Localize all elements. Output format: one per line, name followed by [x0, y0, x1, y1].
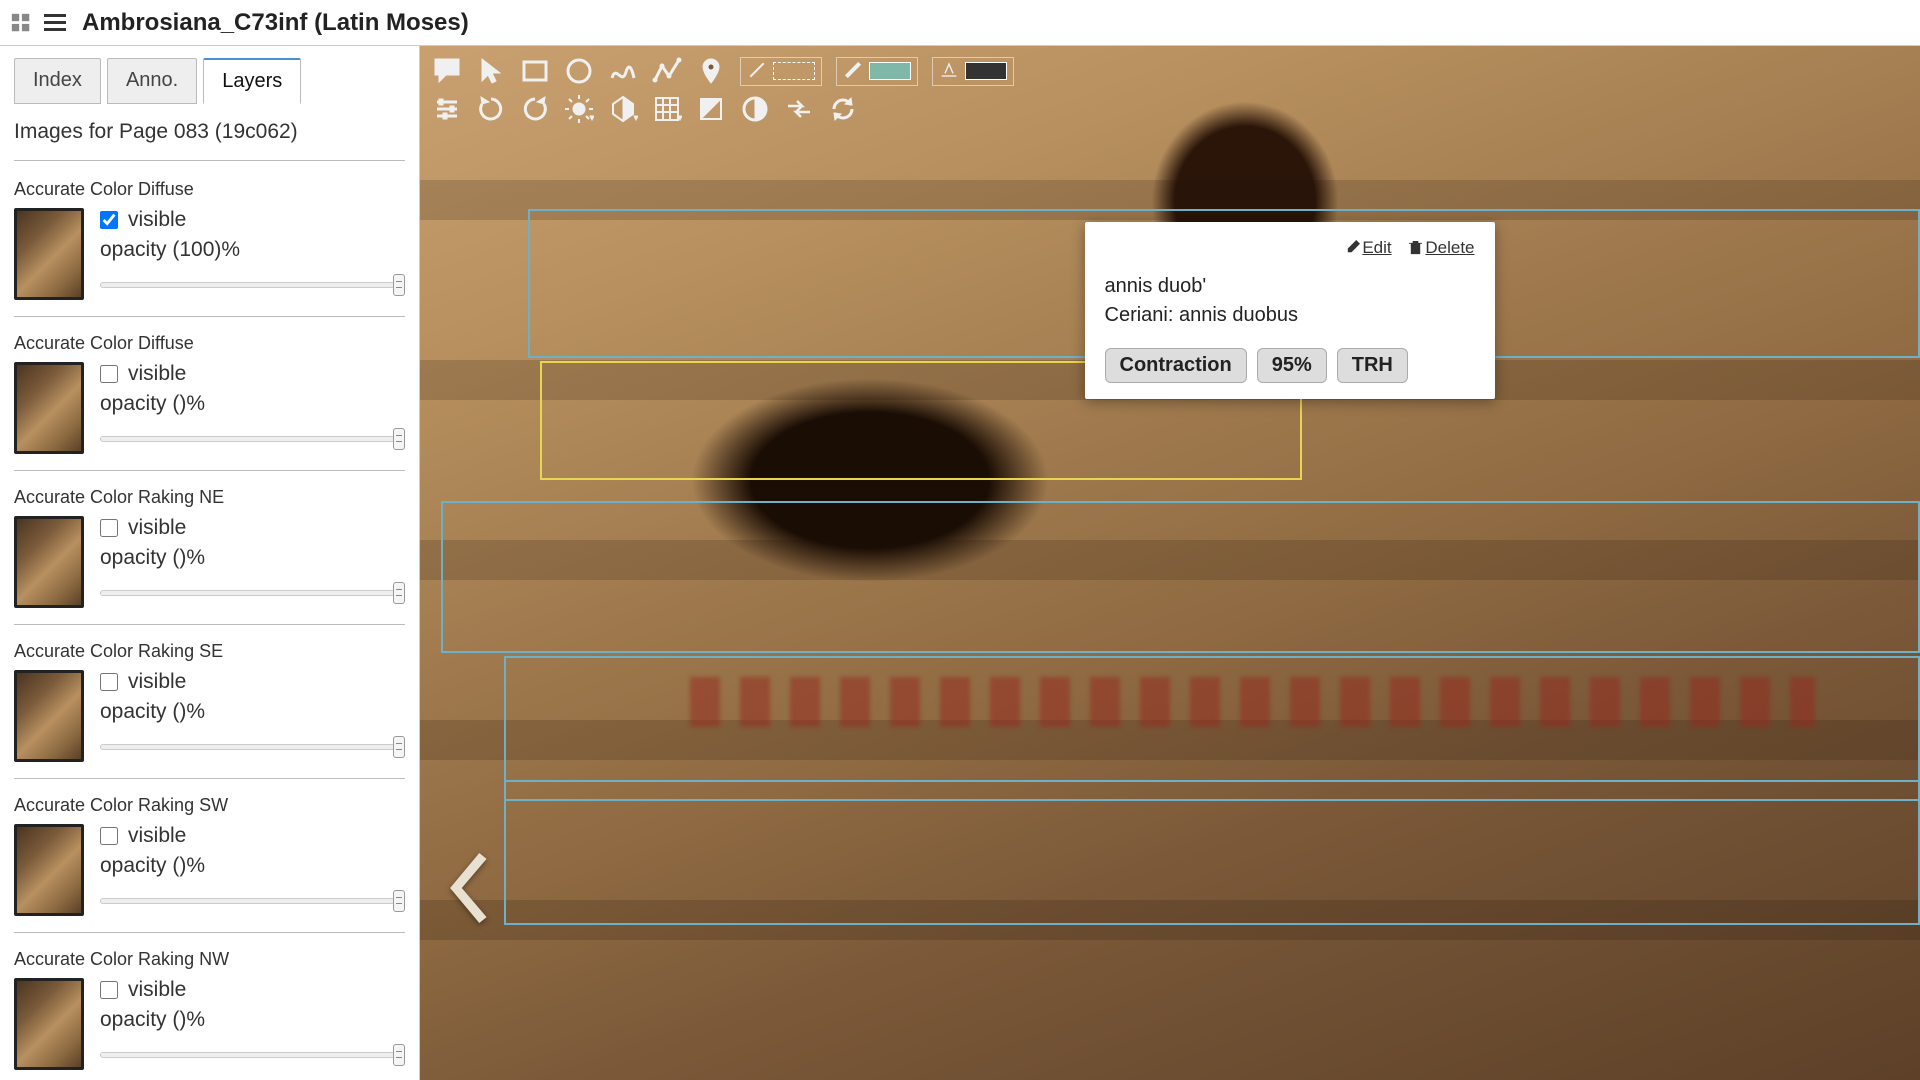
layer-title: Accurate Color Diffuse — [14, 179, 405, 200]
visible-label: visible — [128, 516, 186, 540]
visible-checkbox[interactable] — [100, 981, 118, 999]
layer-title: Accurate Color Raking SW — [14, 795, 405, 816]
delete-link[interactable]: Delete — [1408, 238, 1474, 257]
circle-icon[interactable] — [564, 56, 594, 86]
layer-thumbnail[interactable] — [14, 978, 84, 1070]
brightness-icon[interactable] — [564, 94, 594, 124]
contrast-icon[interactable] — [608, 94, 638, 124]
annotation-region[interactable] — [441, 501, 1920, 653]
visible-label: visible — [128, 362, 186, 386]
annotation-tag: 95% — [1257, 348, 1327, 383]
fill-swatch[interactable] — [836, 57, 918, 86]
opacity-label: opacity ()% — [100, 1008, 405, 1032]
freehand-icon[interactable] — [608, 56, 638, 86]
visible-toggle[interactable]: visible — [100, 516, 405, 540]
layer-block: Accurate Color Diffuse visible opacity (… — [14, 179, 405, 317]
tab-anno[interactable]: Anno. — [107, 58, 197, 104]
annotation-text: annis duob' Ceriani: annis duobus — [1105, 272, 1475, 330]
invert-icon[interactable] — [696, 94, 726, 124]
layer-thumbnail[interactable] — [14, 208, 84, 300]
layer-block: Accurate Color Raking SE visible opacity… — [14, 641, 405, 779]
layer-thumbnail[interactable] — [14, 670, 84, 762]
visible-checkbox[interactable] — [100, 365, 118, 383]
prev-page-button[interactable] — [448, 853, 496, 926]
opacity-label: opacity ()% — [100, 854, 405, 878]
pin-icon[interactable] — [696, 56, 726, 86]
rotate-ccw-icon[interactable] — [520, 94, 550, 124]
image-viewer[interactable]: Edit Delete annis duob' Ceriani: annis d… — [420, 46, 1920, 1080]
layer-thumbnail[interactable] — [14, 516, 84, 608]
grid-menu-icon[interactable] — [10, 12, 32, 34]
visible-toggle[interactable]: visible — [100, 978, 405, 1002]
annotation-region[interactable] — [504, 656, 1920, 801]
opacity-slider[interactable] — [100, 736, 405, 756]
rectangle-icon[interactable] — [520, 56, 550, 86]
annotation-region[interactable] — [504, 780, 1920, 925]
edit-link[interactable]: Edit — [1345, 238, 1391, 257]
font-swatch[interactable] — [932, 57, 1014, 86]
opacity-slider[interactable] — [100, 890, 405, 910]
visible-toggle[interactable]: visible — [100, 670, 405, 694]
tab-index[interactable]: Index — [14, 58, 101, 104]
rotate-cw-icon[interactable] — [476, 94, 506, 124]
layer-thumbnail[interactable] — [14, 824, 84, 916]
sliders-icon[interactable] — [432, 94, 462, 124]
layer-title: Accurate Color Raking SE — [14, 641, 405, 662]
sidebar-heading: Images for Page 083 (19c062) — [14, 120, 405, 161]
annotation-popup: Edit Delete annis duob' Ceriani: annis d… — [1085, 222, 1495, 399]
opacity-slider[interactable] — [100, 274, 405, 294]
visible-checkbox[interactable] — [100, 827, 118, 845]
visible-checkbox[interactable] — [100, 519, 118, 537]
visible-label: visible — [128, 978, 186, 1002]
opacity-label: opacity ()% — [100, 546, 405, 570]
annotation-tag: Contraction — [1105, 348, 1247, 383]
opacity-label: opacity ()% — [100, 700, 405, 724]
visible-label: visible — [128, 670, 186, 694]
comment-icon[interactable] — [432, 56, 462, 86]
stroke-swatch[interactable] — [740, 57, 822, 86]
visible-label: visible — [128, 824, 186, 848]
droplet-icon[interactable] — [740, 94, 770, 124]
layer-block: Accurate Color Raking SW visible opacity… — [14, 795, 405, 933]
sidebar-tabs: Index Anno. Layers — [14, 58, 405, 104]
grid-icon[interactable] — [652, 94, 682, 124]
opacity-slider[interactable] — [100, 1044, 405, 1064]
layer-thumbnail[interactable] — [14, 362, 84, 454]
visible-checkbox[interactable] — [100, 211, 118, 229]
visible-toggle[interactable]: visible — [100, 824, 405, 848]
visible-label: visible — [128, 208, 186, 232]
layer-title: Accurate Color Diffuse — [14, 333, 405, 354]
polyline-icon[interactable] — [652, 56, 682, 86]
visible-checkbox[interactable] — [100, 673, 118, 691]
layer-block: Accurate Color Raking NE visible opacity… — [14, 487, 405, 625]
page-title: Ambrosiana_C73inf (Latin Moses) — [82, 9, 469, 37]
hamburger-icon[interactable] — [44, 14, 66, 31]
opacity-label: opacity (100)% — [100, 238, 405, 262]
opacity-label: opacity ()% — [100, 392, 405, 416]
refresh-icon[interactable] — [828, 94, 858, 124]
layer-block: Accurate Color Raking NW visible opacity… — [14, 949, 405, 1080]
layer-block: Accurate Color Diffuse visible opacity (… — [14, 333, 405, 471]
layer-title: Accurate Color Raking NE — [14, 487, 405, 508]
visible-toggle[interactable]: visible — [100, 208, 405, 232]
opacity-slider[interactable] — [100, 428, 405, 448]
layers-sidebar: Index Anno. Layers Images for Page 083 (… — [0, 46, 420, 1080]
tab-layers[interactable]: Layers — [203, 58, 301, 104]
layer-title: Accurate Color Raking NW — [14, 949, 405, 970]
annotation-tag: TRH — [1337, 348, 1408, 383]
opacity-slider[interactable] — [100, 582, 405, 602]
visible-toggle[interactable]: visible — [100, 362, 405, 386]
viewer-toolbar — [432, 56, 1014, 124]
flip-icon[interactable] — [784, 94, 814, 124]
app-header: Ambrosiana_C73inf (Latin Moses) — [0, 0, 1920, 46]
cursor-icon[interactable] — [476, 56, 506, 86]
